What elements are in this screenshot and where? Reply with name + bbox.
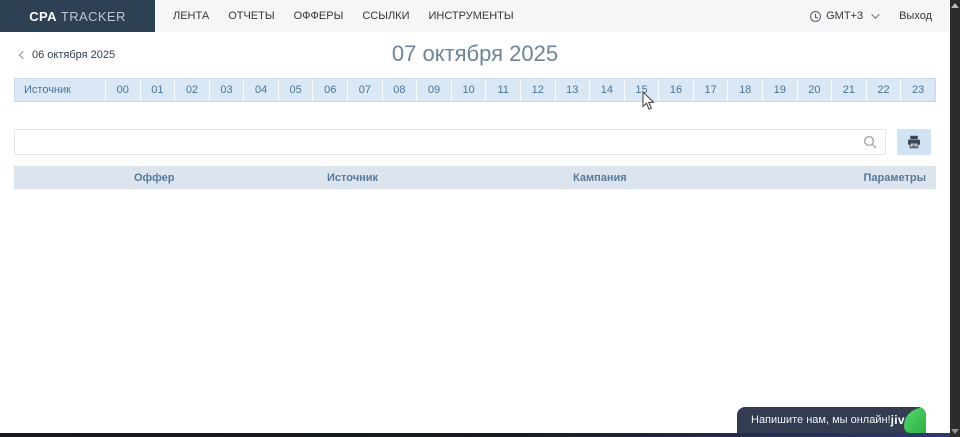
search-row bbox=[14, 129, 936, 155]
brand-logo[interactable]: CPA TRACKER bbox=[0, 0, 155, 32]
menu-item-офферы[interactable]: ОФФЕРЫ bbox=[294, 10, 344, 22]
menu-item-инструменты[interactable]: ИНСТРУМЕНТЫ bbox=[428, 10, 513, 22]
chevron-down-icon bbox=[871, 10, 879, 18]
scrollbar[interactable] bbox=[950, 0, 960, 437]
hour-cell: 22 bbox=[866, 79, 901, 101]
table-body bbox=[14, 189, 936, 399]
navbar-right: GMT+3 Выход bbox=[810, 0, 950, 32]
clock-icon bbox=[810, 11, 821, 22]
page-title: 07 октября 2025 bbox=[14, 41, 936, 67]
print-button[interactable] bbox=[897, 129, 931, 155]
leaf-icon bbox=[904, 407, 926, 433]
main-menu: ЛЕНТА ОТЧЕТЫ ОФФЕРЫ ССЫЛКИ ИНСТРУМЕНТЫ bbox=[173, 0, 514, 32]
menu-item-отчеты[interactable]: ОТЧЕТЫ bbox=[228, 10, 274, 22]
hour-cell: 14 bbox=[589, 79, 624, 101]
scrollbar-down-arrow-icon[interactable] bbox=[951, 429, 959, 434]
hour-cell: 10 bbox=[451, 79, 486, 101]
menu-item-ссылки[interactable]: ССЫЛКИ bbox=[362, 10, 409, 22]
table-header-cell: Параметры bbox=[864, 172, 926, 184]
hour-cell: 05 bbox=[278, 79, 313, 101]
hour-cell: 04 bbox=[243, 79, 278, 101]
hour-cell: 13 bbox=[555, 79, 590, 101]
logout-button[interactable]: Выход bbox=[899, 10, 932, 22]
menu-item-лента[interactable]: ЛЕНТА bbox=[173, 10, 209, 22]
chat-message: Напишите нам, мы онлайн! bbox=[737, 414, 891, 426]
main-content: 06 октября 2025 07 октября 2025 Источник… bbox=[0, 32, 950, 399]
scrollbar-up-arrow-icon[interactable] bbox=[951, 3, 959, 8]
hour-cell: 09 bbox=[416, 79, 451, 101]
hour-cell: 03 bbox=[209, 79, 244, 101]
hour-cell: 17 bbox=[693, 79, 728, 101]
timezone-dropdown[interactable]: GMT+3 bbox=[810, 10, 877, 22]
hour-cell: 15 bbox=[624, 79, 659, 101]
hour-cell: 02 bbox=[174, 79, 209, 101]
chat-widget[interactable]: Напишите нам, мы онлайн! jivo bbox=[737, 407, 926, 433]
brand-rest: TRACKER bbox=[61, 9, 126, 24]
hour-cell: 19 bbox=[762, 79, 797, 101]
bottom-window-edge bbox=[0, 433, 950, 437]
hour-cell: 18 bbox=[727, 79, 762, 101]
table-header-row: ОфферИсточникКампанияПараметры bbox=[14, 166, 936, 189]
app-window: CPA TRACKER ЛЕНТА ОТЧЕТЫ ОФФЕРЫ ССЫЛКИ ИНСТР… bbox=[0, 0, 950, 437]
brand-bold: CPA bbox=[29, 9, 57, 24]
search-input[interactable] bbox=[14, 129, 886, 155]
hour-cell: 11 bbox=[485, 79, 520, 101]
navbar: CPA TRACKER ЛЕНТА ОТЧЕТЫ ОФФЕРЫ ССЫЛКИ ИНСТР… bbox=[0, 0, 950, 32]
table-header-cell: Оффер bbox=[134, 172, 327, 184]
hours-row: 0001020304050607080910111213141516171819… bbox=[105, 79, 935, 101]
search-wrap bbox=[14, 129, 886, 155]
hours-bar: Источник 0001020304050607080910111213141… bbox=[14, 78, 936, 102]
hour-cell: 20 bbox=[797, 79, 832, 101]
search-icon bbox=[863, 135, 877, 149]
title-row: 06 октября 2025 07 октября 2025 bbox=[14, 32, 936, 78]
table-header-cell: Источник bbox=[327, 172, 573, 184]
hour-cell: 23 bbox=[900, 79, 935, 101]
hour-cell: 07 bbox=[347, 79, 382, 101]
table-header-cell: Кампания bbox=[573, 172, 864, 184]
hour-cell: 01 bbox=[140, 79, 175, 101]
hour-cell: 00 bbox=[105, 79, 140, 101]
hour-cell: 16 bbox=[658, 79, 693, 101]
hour-cell: 08 bbox=[382, 79, 417, 101]
hour-cell: 12 bbox=[520, 79, 555, 101]
printer-icon bbox=[907, 135, 921, 149]
hour-cell: 06 bbox=[312, 79, 347, 101]
hour-cell: 21 bbox=[831, 79, 866, 101]
hours-source-label: Источник bbox=[15, 79, 105, 101]
timezone-label: GMT+3 bbox=[826, 10, 863, 22]
